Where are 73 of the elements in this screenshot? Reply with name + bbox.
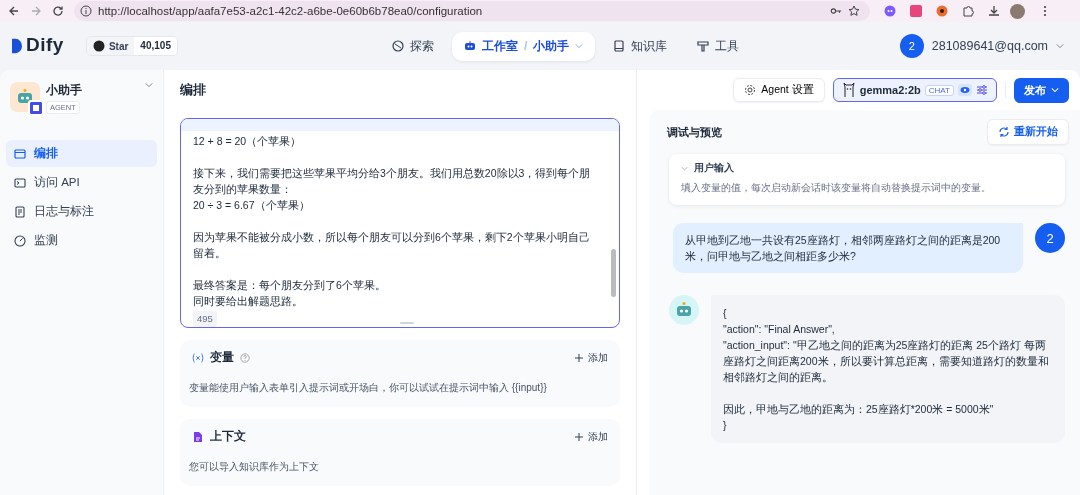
prompt-paragraph: 接下来，我们需要把这些苹果平均分给3个朋友。我们用总数20除以3，得到每个朋友分到的苹果数量： 20 ÷ 3 = 6.67（个苹果） [193,166,592,213]
logo-icon [12,36,22,56]
book-icon [613,40,626,52]
page-title: 编排 [180,81,206,99]
nav-tab[interactable]: 探索 [380,31,446,61]
bot-avatar [669,295,699,325]
refresh-icon [998,126,1010,138]
model-selector[interactable]: gemma2:2b CHAT [832,78,997,102]
user-email[interactable]: 281089641@qq.com [931,39,1048,53]
add-button[interactable]: 添加 [574,429,608,444]
forward-icon[interactable] [30,5,42,17]
section-description: 您可以导入知识库作为上下文 [188,460,320,474]
key-icon[interactable] [830,5,842,17]
section-description: 变量能使用户输入表单引入提示词或开场白，你可以试试在提示词中输入 {{input}} [188,381,548,395]
user-avatar: 2 [1035,223,1065,253]
back-icon[interactable] [8,5,20,17]
layout-icon [14,147,26,160]
prompt-paragraph: 最终答案是：每个朋友分到了6个苹果。 同时要给出解题思路。 [193,278,387,309]
star-icon[interactable] [848,5,860,17]
section-title: 上下文 [210,429,246,444]
address-bar[interactable]: http://localhost/app/aafa7e53-a2c1-42c2-a6be-0e60b6b78ea0/configuration [74,1,870,21]
plus-icon [574,352,584,363]
nav-tab[interactable]: 工作室 / 小助手 [452,31,596,61]
sidebar-item[interactable]: 访问 API [6,169,157,196]
reload-icon[interactable] [52,5,64,17]
section-title: 变量 [210,350,234,365]
extension-icon[interactable] [936,5,948,17]
user-avatar[interactable]: 2 [899,34,924,58]
model-name: gemma2:2b [859,84,921,96]
user-message: 从甲地到乙地一共设有25座路灯，相邻两座路灯之间的距离是200米，问甲地与乙地之间相距多少米? [673,223,1023,273]
gauge-icon [14,234,26,247]
nav-tab[interactable]: 知识库 [601,31,680,61]
publish-button[interactable]: 发布 [1014,77,1069,103]
document-icon [192,430,204,443]
terminal-icon [14,176,26,189]
user-input-hint: 填入变量的值，每次启动新会话时该变量将自动替换提示词中的变量。 [681,181,992,195]
prompt-paragraph: 因为苹果不能被分成小数，所以每个朋友可以分到6个苹果，剩下2个苹果小明自己留着。 [193,230,591,261]
sidebar-item[interactable]: 编排 [6,140,157,167]
github-star-button[interactable]: Star 40,105 [85,36,178,56]
info-icon [80,5,92,17]
agent-settings-button[interactable]: Agent 设置 [733,78,825,102]
scrollbar-thumb[interactable] [611,249,616,297]
llama-icon [841,82,856,98]
chevron-down-icon [1056,43,1064,49]
app-name: 小助手 [46,82,83,99]
character-count: 495 [193,311,217,327]
download-icon[interactable] [988,5,1000,17]
user-input-title: 用户输入 [694,161,734,175]
document-icon [14,205,26,218]
bot-message: { "action": "Final Answer", "action_input": "甲乙地之间的距离为25座路灯的距离 25个路灯 每两座路灯之间距离200米，所以要计算总距离，需要知道路灯的数量和相邻路灯之间的距离。 因此，甲地与乙地的距离为：25座路灯*200米 = 5000米" } [711,295,1065,443]
chevron-down-icon [575,43,584,49]
panel-title: 调试与预览 [667,124,722,140]
variable-icon [192,351,204,364]
prompt-editor[interactable]: 12 + 8 = 20（个苹果） 接下来，我们需要把这些苹果平均分给3个朋友。我们用总数20除以3，得到每个朋友分到的苹果数量： 20 ÷ 3 = 6.67（个苹果） 因为苹果不能被分成小数，所以每个朋友可以分到6个苹果，剩下2个苹果小明自己留着。 最终答案是：每个朋友分到了6个苹果。 同时要给出解题思路。 495 [180,118,620,328]
profile-avatar[interactable] [1010,3,1025,19]
prompt-paragraph: 12 + 8 = 20（个苹果） [193,134,303,149]
nav-tab[interactable]: 工具 [685,31,752,61]
sliders-icon [976,84,988,96]
settings-icon [744,84,757,96]
sidebar-item[interactable]: 监测 [6,227,157,254]
puzzle-icon[interactable] [962,5,974,17]
compass-icon [392,40,404,52]
eye-icon [958,84,972,96]
chevron-down-icon [1051,87,1059,93]
robot-icon [464,40,476,52]
hammer-icon [697,40,710,52]
resize-handle[interactable] [400,322,414,324]
logo-text: Dify [26,34,64,57]
restart-button[interactable]: 重新开始 [987,119,1069,145]
plus-icon [574,431,584,442]
sidebar-item[interactable]: 日志与标注 [6,198,157,225]
add-button[interactable]: 添加 [574,350,608,365]
chat-badge: CHAT [924,84,954,96]
